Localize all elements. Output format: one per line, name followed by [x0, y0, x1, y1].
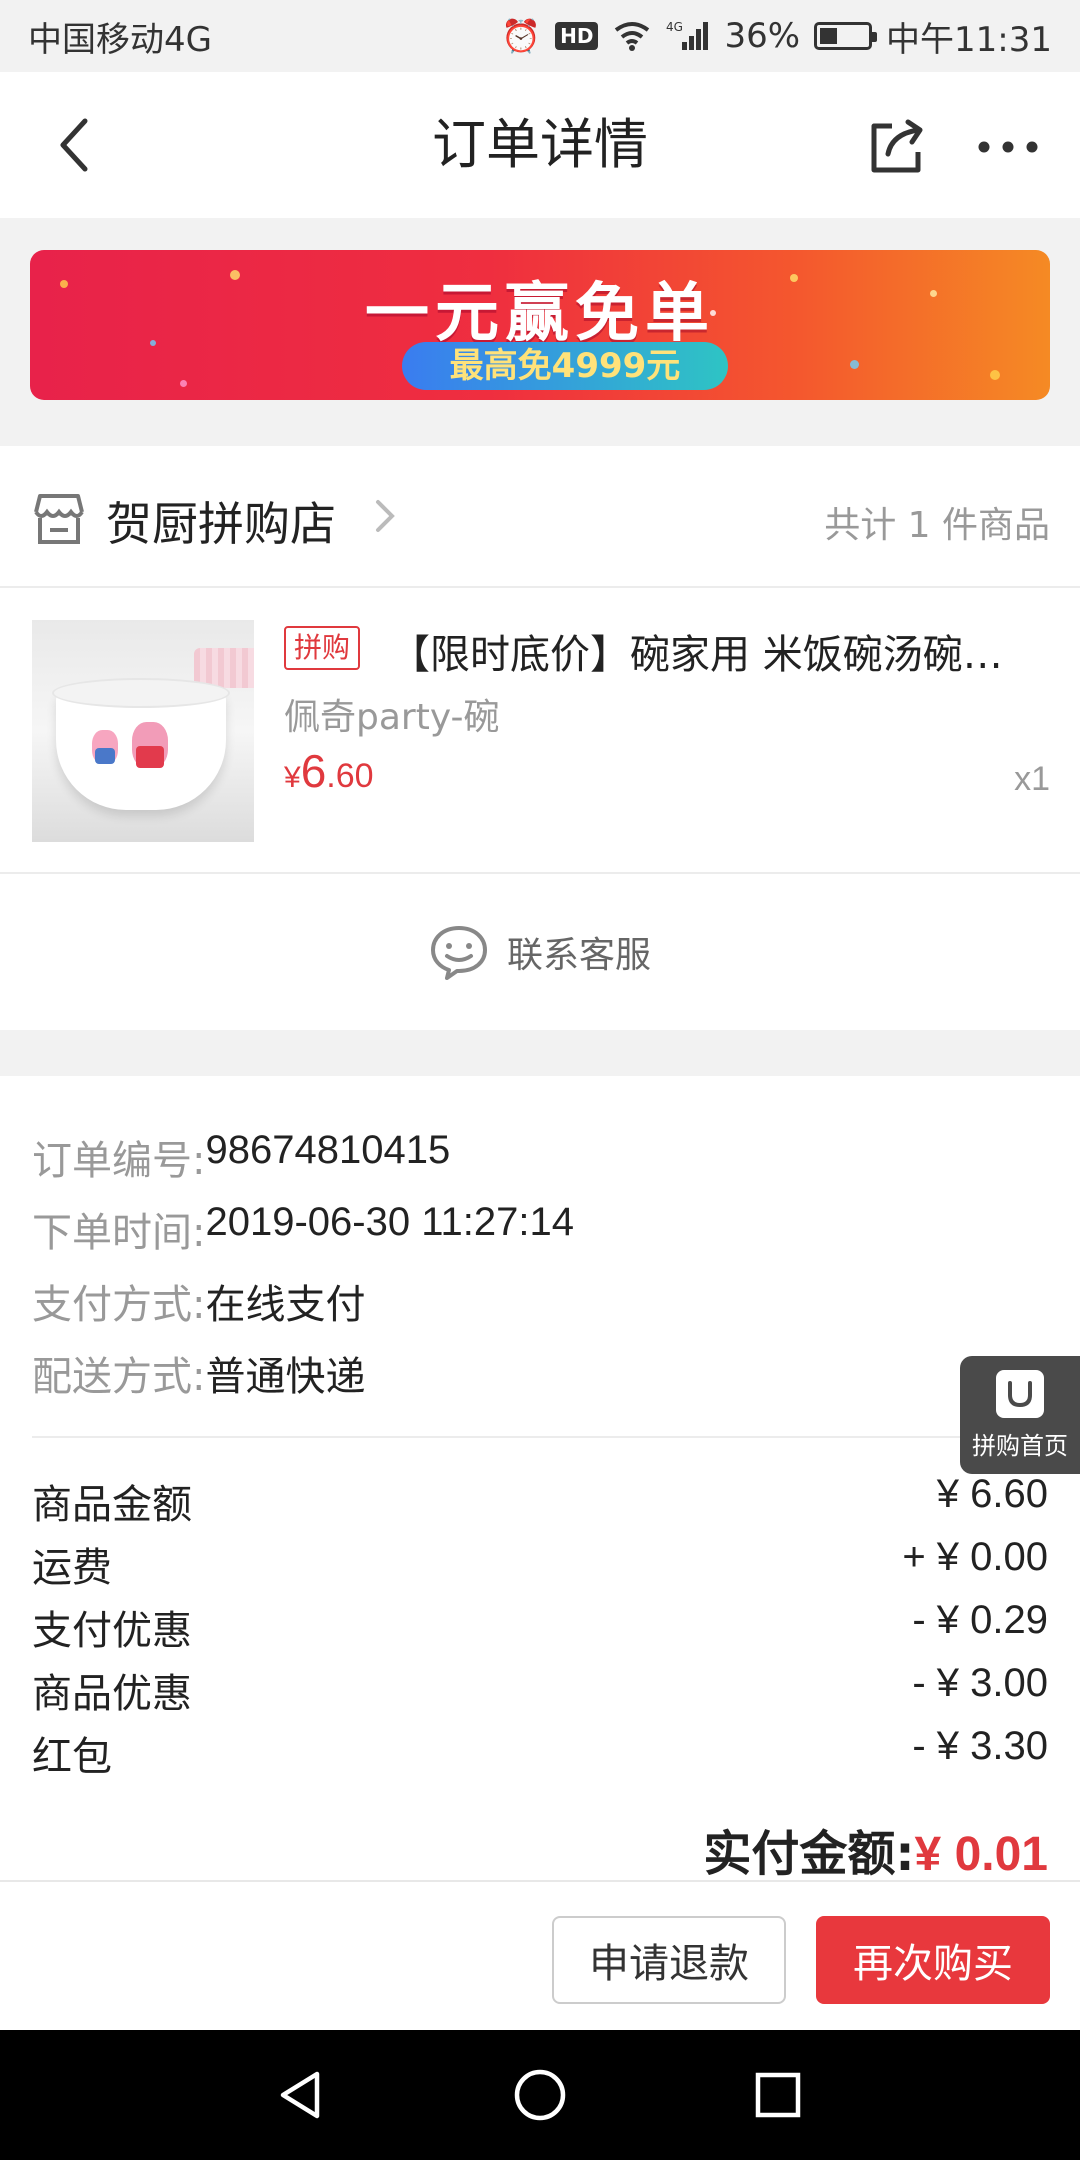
- carrier-label: 中国移动4G: [28, 19, 212, 60]
- order-time-label: 下单时间:: [32, 1210, 206, 1256]
- order-number-label: 订单编号:: [32, 1138, 206, 1184]
- battery-percent: 36%: [724, 16, 801, 56]
- total-amount: ¥ 0.01: [914, 1828, 1048, 1881]
- fee-row: 红包 - ¥ 3.30: [32, 1724, 1048, 1782]
- fee-row: 支付优惠 - ¥ 0.29: [32, 1598, 1048, 1656]
- refund-button[interactable]: 申请退款: [552, 1916, 786, 2004]
- fee-label: 运费: [32, 1545, 112, 1591]
- network-type: 4G: [666, 20, 683, 34]
- fee-row: 商品优惠 - ¥ 3.00: [32, 1661, 1048, 1719]
- back-icon: [60, 118, 88, 172]
- contact-service-label: 联系客服: [506, 935, 651, 976]
- more-button[interactable]: [968, 112, 1048, 182]
- fee-label: 商品金额: [32, 1482, 192, 1528]
- alarm-icon: ⏰: [501, 17, 542, 55]
- price-decimal: .60: [326, 757, 374, 795]
- store-icon: [34, 494, 84, 544]
- fee-row: 商品金额 ¥ 6.60: [32, 1472, 1048, 1530]
- fee-label: 支付优惠: [32, 1608, 192, 1654]
- fee-value: ¥ 6.60: [936, 1472, 1048, 1516]
- payment-method-label: 支付方式:: [32, 1282, 206, 1328]
- status-icons: ⏰ HD 4G 36% 中午11:31: [501, 12, 1052, 61]
- chevron-right-icon: [376, 500, 395, 532]
- product-title: 【限时底价】碗家用 米饭碗汤碗…: [390, 632, 1003, 678]
- shop-header[interactable]: 贺厨拼购店 共计 1 件商品: [0, 446, 1080, 588]
- banner-title: 一元赢免单: [365, 277, 715, 351]
- clock: 中午11:31: [886, 19, 1052, 60]
- group-buy-home-button[interactable]: 拼购首页: [960, 1356, 1080, 1474]
- battery-icon: [814, 22, 878, 50]
- price-currency: ¥: [284, 761, 301, 794]
- shop-card: 贺厨拼购店 共计 1 件商品 拼购 【限时底价】碗家用 米饭碗汤碗… 佩奇par…: [0, 446, 1080, 1030]
- back-button[interactable]: [40, 110, 110, 180]
- buy-again-button[interactable]: 再次购买: [816, 1916, 1050, 2004]
- wifi-icon: [615, 22, 650, 51]
- banner-section: 一元赢免单 最高免4999元: [0, 218, 1080, 446]
- fee-value: - ¥ 3.00: [912, 1661, 1048, 1705]
- payment-method-row: 支付方式: 在线支付: [32, 1272, 365, 1330]
- product-spec: 佩奇party-碗: [284, 697, 500, 738]
- product-price: ¥6.60: [284, 744, 374, 798]
- share-icon: [871, 119, 923, 173]
- fee-label: 红包: [32, 1734, 112, 1780]
- delivery-method-row: 配送方式: 普通快递: [32, 1344, 365, 1402]
- order-time-row: 下单时间: 2019-06-30 11:27:14: [32, 1200, 574, 1258]
- divider: [32, 1436, 1080, 1438]
- hd-icon: HD: [555, 22, 599, 50]
- delivery-method-value: 普通快递: [205, 1355, 366, 1399]
- status-bar: 中国移动4G ⏰ HD 4G 36% 中午11:31: [0, 0, 1080, 72]
- share-button[interactable]: [862, 112, 932, 182]
- circle-home-icon: [514, 2069, 566, 2121]
- fee-label: 商品优惠: [32, 1671, 192, 1717]
- triangle-back-icon: [280, 2071, 320, 2119]
- product-quantity: x1: [1014, 760, 1050, 798]
- system-nav-bar: [0, 2030, 1080, 2160]
- square-recents-icon: [755, 2072, 801, 2118]
- banner-subtitle: 最高免4999元: [402, 342, 728, 390]
- order-number-row: 订单编号: 98674810415: [32, 1128, 450, 1186]
- total-label: 实付金额:: [703, 1826, 915, 1882]
- shopping-bag-icon: [996, 1369, 1044, 1418]
- product-item[interactable]: 拼购 【限时底价】碗家用 米饭碗汤碗… 佩奇party-碗 ¥6.60 x1: [0, 588, 1080, 874]
- shop-name: 贺厨拼购店: [106, 497, 336, 551]
- order-number-value: 98674810415: [205, 1128, 451, 1172]
- payment-method-value: 在线支付: [205, 1283, 366, 1327]
- delivery-method-label: 配送方式:: [32, 1354, 206, 1400]
- system-back-button[interactable]: [268, 2063, 332, 2127]
- action-bar: 申请退款 再次购买: [0, 1880, 1080, 2030]
- product-image[interactable]: [32, 620, 254, 842]
- nav-bar: 订单详情: [0, 72, 1080, 218]
- customer-service-icon: [430, 926, 487, 980]
- more-icon: [978, 141, 1038, 153]
- system-home-button[interactable]: [508, 2063, 572, 2127]
- group-buy-home-label: 拼购首页: [972, 1431, 1068, 1460]
- fee-value: - ¥ 0.29: [912, 1598, 1048, 1642]
- system-recents-button[interactable]: [746, 2063, 810, 2127]
- contact-service-button[interactable]: 联系客服: [0, 874, 1080, 1030]
- item-count: 共计 1 件商品: [824, 505, 1050, 546]
- order-time-value: 2019-06-30 11:27:14: [205, 1200, 574, 1244]
- price-integer: 6: [300, 745, 327, 797]
- promo-banner[interactable]: 一元赢免单 最高免4999元: [30, 250, 1050, 400]
- group-buy-tag: 拼购: [284, 626, 361, 670]
- fee-row: 运费 + ¥ 0.00: [32, 1535, 1048, 1593]
- total-row: 实付金额:¥ 0.01: [703, 1814, 1048, 1884]
- fee-value: + ¥ 0.00: [902, 1535, 1048, 1579]
- signal-icon: 4G: [666, 20, 709, 50]
- fee-value: - ¥ 3.30: [912, 1724, 1048, 1768]
- order-info-card: 订单编号: 98674810415 下单时间: 2019-06-30 11:27…: [0, 1076, 1080, 1882]
